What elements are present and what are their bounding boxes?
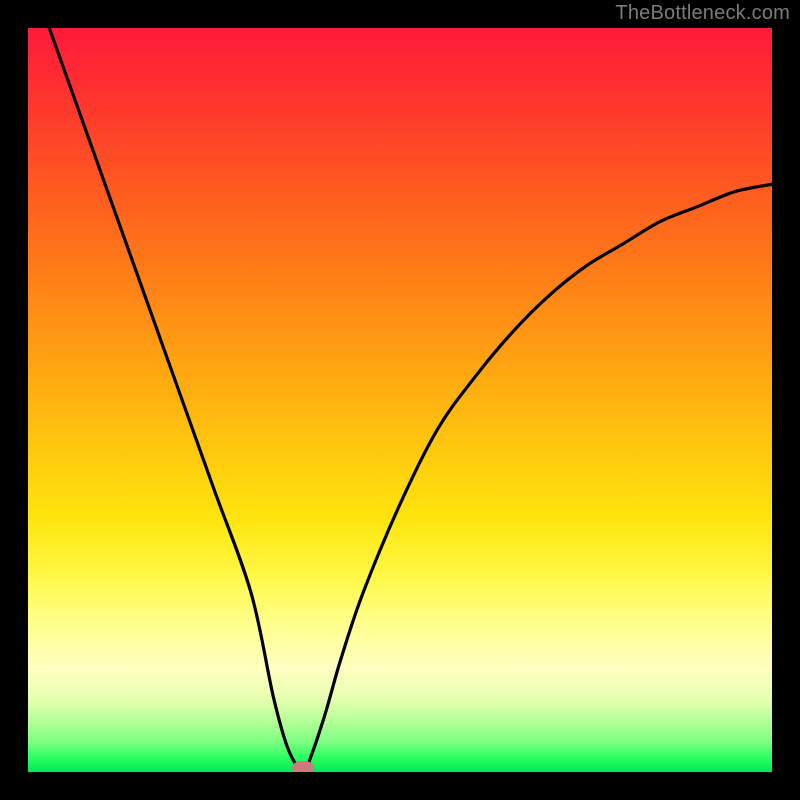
bottleneck-curve [28, 28, 772, 772]
chart-frame: TheBottleneck.com [0, 0, 800, 800]
attribution-label: TheBottleneck.com [615, 2, 790, 25]
plot-area [28, 28, 772, 772]
optimal-point-marker [292, 761, 314, 772]
